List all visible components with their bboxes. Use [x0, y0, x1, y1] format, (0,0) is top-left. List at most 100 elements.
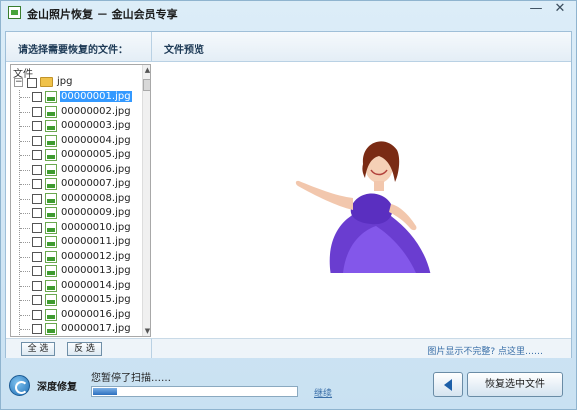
- tree-branch-line: [20, 155, 30, 156]
- file-name: 00000010.jpg: [61, 221, 131, 233]
- scroll-up-arrow-icon[interactable]: ▲: [143, 65, 150, 75]
- file-checkbox[interactable]: [32, 237, 42, 247]
- file-checkbox[interactable]: [32, 179, 42, 189]
- file-row[interactable]: 00000005.jpg: [11, 148, 141, 163]
- file-row[interactable]: 00000002.jpg: [11, 105, 141, 120]
- file-row[interactable]: 00000015.jpg: [11, 293, 141, 308]
- deep-repair-icon: [9, 375, 30, 396]
- preview-footer: 图片显示不完整? 点这里……: [152, 338, 571, 358]
- file-checkbox[interactable]: [32, 106, 42, 117]
- tree-branch-line: [20, 300, 30, 301]
- preview-header: 文件预览: [152, 32, 571, 62]
- file-name: 00000012.jpg: [61, 250, 131, 262]
- jpg-file-icon: [45, 192, 57, 205]
- file-name: 00000008.jpg: [61, 192, 131, 204]
- file-name: 00000005.jpg: [61, 149, 131, 160]
- file-name: 00000016.jpg: [61, 308, 131, 320]
- select-all-button[interactable]: 全 选: [21, 342, 55, 356]
- root-checkbox[interactable]: [27, 78, 37, 88]
- collapse-toggle-icon[interactable]: −: [14, 78, 23, 87]
- jpg-file-icon: [45, 221, 57, 234]
- app-window: 金山照片恢复 － 金山会员专享 — ✕ 请选择需要恢复的文件： 文件预览 文件 …: [0, 0, 577, 410]
- tree-branch-line: [20, 140, 30, 142]
- file-name: 00000014.jpg: [61, 279, 131, 291]
- app-photo-icon: [8, 6, 21, 19]
- file-checkbox[interactable]: [32, 150, 42, 160]
- file-row[interactable]: 00000007.jpg: [11, 177, 141, 192]
- file-name: 00000004.jpg: [61, 134, 131, 146]
- file-checkbox[interactable]: [32, 92, 42, 102]
- file-row[interactable]: 00000003.jpg: [11, 119, 141, 134]
- file-row[interactable]: 00000017.jpg: [11, 322, 141, 336]
- file-row[interactable]: 00000008.jpg: [11, 192, 141, 207]
- jpg-file-icon: [45, 120, 57, 132]
- invert-selection-button[interactable]: 反 选: [67, 342, 102, 356]
- tree-branch-line: [20, 314, 30, 316]
- file-checkbox[interactable]: [32, 295, 42, 305]
- minimize-button[interactable]: —: [524, 1, 548, 19]
- file-tree[interactable]: 文件 − jpg 00000001.jpg 00000002.jpg 0000000…: [10, 64, 151, 337]
- file-checkbox[interactable]: [32, 222, 42, 233]
- jpg-file-icon: [45, 207, 57, 219]
- tree-branch-line: [20, 198, 30, 200]
- file-row[interactable]: 00000011.jpg: [11, 235, 141, 250]
- file-name: 00000006.jpg: [61, 163, 131, 175]
- jpg-file-icon: [45, 91, 57, 103]
- file-checkbox[interactable]: [32, 280, 42, 291]
- file-row[interactable]: 00000006.jpg: [11, 163, 141, 178]
- tree-branch-line: [20, 285, 30, 287]
- scroll-thumb[interactable]: [143, 79, 150, 91]
- tree-branch-line: [20, 256, 30, 258]
- title-bar: 金山照片恢复 － 金山会员专享 — ✕: [1, 1, 576, 25]
- file-row[interactable]: 00000001.jpg: [11, 90, 141, 105]
- scroll-down-arrow-icon[interactable]: ▼: [143, 326, 150, 336]
- tree-branch-line: [20, 111, 30, 113]
- file-checkbox[interactable]: [32, 135, 42, 146]
- back-arrow-button[interactable]: [433, 372, 463, 397]
- tree-branch-line: [20, 169, 30, 171]
- file-checkbox[interactable]: [32, 208, 42, 218]
- close-button[interactable]: ✕: [548, 1, 572, 19]
- window-title: 金山照片恢复 － 金山会员专享: [27, 8, 178, 21]
- jpg-file-icon: [45, 163, 57, 176]
- file-checkbox[interactable]: [32, 121, 42, 131]
- restore-selected-button[interactable]: 恢复选中文件: [467, 372, 563, 397]
- file-row[interactable]: 00000013.jpg: [11, 264, 141, 279]
- jpg-file-icon: [45, 265, 57, 277]
- tree-branch-line: [20, 126, 30, 127]
- main-panel: 请选择需要恢复的文件： 文件预览 文件 − jpg 00000001.jpg 00…: [5, 31, 572, 358]
- tree-root-node[interactable]: − jpg: [11, 76, 141, 90]
- file-name: 00000009.jpg: [61, 207, 131, 218]
- file-checkbox[interactable]: [32, 193, 42, 204]
- jpg-file-icon: [45, 134, 57, 147]
- file-row[interactable]: 00000016.jpg: [11, 308, 141, 323]
- jpg-file-icon: [45, 323, 57, 335]
- file-checkbox[interactable]: [32, 164, 42, 175]
- file-list-heading: 请选择需要恢复的文件：: [18, 45, 128, 56]
- tree-branch-line: [20, 271, 30, 272]
- jpg-file-icon: [45, 178, 57, 190]
- file-name: 00000011.jpg: [61, 236, 131, 247]
- file-checkbox[interactable]: [32, 251, 42, 262]
- continue-scan-link[interactable]: 继续: [314, 386, 332, 399]
- incomplete-image-link[interactable]: 图片显示不完整? 点这里……: [427, 344, 543, 357]
- file-checkbox[interactable]: [32, 266, 42, 276]
- photo-preview-image: [295, 141, 431, 273]
- file-name: 00000002.jpg: [61, 105, 131, 117]
- bottom-bar: 深度修复 您暂停了扫描…… 继续 恢复选中文件: [1, 361, 576, 409]
- file-checkbox[interactable]: [32, 324, 42, 334]
- file-checkbox[interactable]: [32, 309, 42, 320]
- file-row[interactable]: 00000010.jpg: [11, 221, 141, 236]
- jpg-file-icon: [45, 105, 57, 118]
- tree-scrollbar[interactable]: ▲ ▼: [142, 65, 150, 336]
- tree-branch-line: [20, 97, 30, 98]
- file-row[interactable]: 00000012.jpg: [11, 250, 141, 265]
- file-rows: 00000001.jpg 00000002.jpg 00000003.jpg 0000…: [11, 90, 141, 336]
- tree-branch-line: [20, 213, 30, 214]
- jpg-file-icon: [45, 294, 57, 306]
- scan-progress-bar: [91, 386, 298, 397]
- file-row[interactable]: 00000004.jpg: [11, 134, 141, 149]
- file-row[interactable]: 00000014.jpg: [11, 279, 141, 294]
- file-row[interactable]: 00000009.jpg: [11, 206, 141, 221]
- root-folder-label: jpg: [57, 76, 73, 87]
